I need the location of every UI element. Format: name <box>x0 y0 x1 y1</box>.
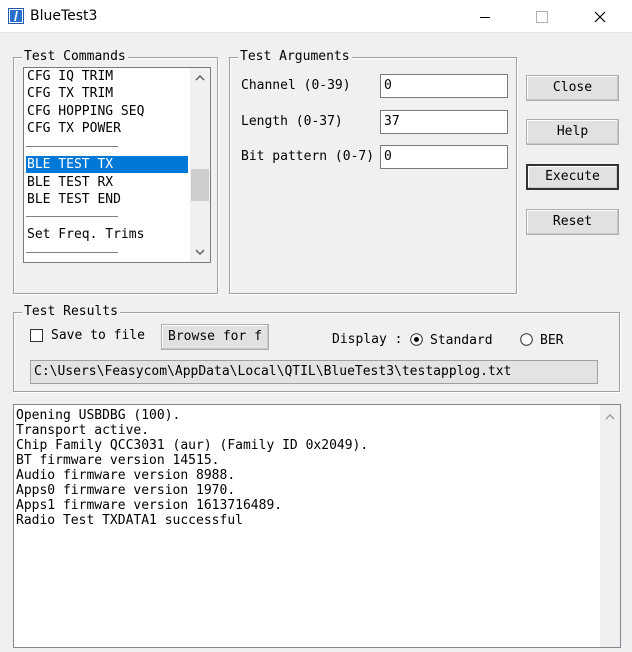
minimize-button[interactable] <box>462 0 508 33</box>
maximize-button[interactable] <box>519 0 565 33</box>
list-item[interactable]: CFG IQ TRIM <box>26 68 188 85</box>
ber-radio[interactable] <box>520 333 533 346</box>
output-line: BT firmware version 14515. <box>16 453 220 468</box>
help-button[interactable]: Help <box>526 119 619 145</box>
channel-input[interactable]: 0 <box>380 74 508 98</box>
minimize-icon <box>480 16 490 18</box>
bit-pattern-input[interactable]: 0 <box>380 145 508 169</box>
list-item[interactable]: CFG TX POWER <box>26 120 188 137</box>
close-button[interactable]: Close <box>526 75 619 101</box>
standard-radio[interactable] <box>410 333 423 346</box>
close-window-button[interactable] <box>577 0 623 33</box>
length-label: Length (0-37) <box>241 114 343 129</box>
output-line: Radio Test TXDATA1 successful <box>16 513 243 528</box>
list-item[interactable]: CFG HOPPING SEQ <box>26 103 188 120</box>
test-commands-legend: Test Commands <box>22 48 128 66</box>
test-commands-list[interactable]: CFG IQ TRIM CFG TX TRIM CFG HOPPING SEQ … <box>23 67 211 263</box>
app-icon <box>8 8 24 24</box>
output-log[interactable]: Opening USBDBG (100). Transport active. … <box>13 404 621 648</box>
list-item-selected[interactable]: BLE TEST TX <box>26 156 188 173</box>
maximize-icon <box>536 10 548 23</box>
list-separator <box>26 146 118 147</box>
browse-button[interactable]: Browse for f <box>161 324 269 350</box>
reset-button[interactable]: Reset <box>526 209 619 235</box>
length-input[interactable]: 37 <box>380 110 508 134</box>
output-line: Apps1 firmware version 1613716489. <box>16 498 283 513</box>
bit-pattern-label: Bit pattern (0-7) <box>241 149 375 164</box>
ber-radio-label[interactable]: BER <box>540 332 563 350</box>
test-arguments-legend: Test Arguments <box>238 48 352 66</box>
close-icon <box>594 11 606 22</box>
test-results-legend: Test Results <box>22 303 120 321</box>
scroll-up-icon[interactable] <box>195 74 205 82</box>
list-item[interactable]: BLE TEST RX <box>26 174 188 191</box>
scroll-up-icon[interactable] <box>605 413 615 421</box>
output-line: Transport active. <box>16 423 150 438</box>
list-scroll-thumb[interactable] <box>191 169 209 201</box>
list-separator <box>26 216 118 217</box>
log-path-field: C:\Users\Feasycom\AppData\Local\QTIL\Blu… <box>30 360 598 384</box>
display-label: Display : <box>332 332 403 347</box>
list-item[interactable]: Set Freq. Trims <box>26 226 188 243</box>
save-to-file-label[interactable]: Save to file <box>51 327 145 345</box>
output-line: Audio firmware version 8988. <box>16 468 236 483</box>
save-to-file-checkbox[interactable] <box>30 329 43 342</box>
channel-label: Channel (0-39) <box>241 78 351 93</box>
standard-radio-label[interactable]: Standard <box>430 332 493 350</box>
execute-button[interactable]: Execute <box>526 164 619 190</box>
output-line: Chip Family QCC3031 (aur) (Family ID 0x2… <box>16 438 369 453</box>
output-line: Apps0 firmware version 1970. <box>16 483 236 498</box>
list-item[interactable]: BLE TEST END <box>26 191 188 208</box>
title-bar[interactable]: BlueTest3 <box>0 0 632 33</box>
list-scrollbar[interactable] <box>190 68 210 262</box>
scroll-down-icon[interactable] <box>195 248 205 256</box>
list-item[interactable]: CFG TX TRIM <box>26 85 188 102</box>
list-separator <box>26 252 118 253</box>
window-title: BlueTest3 <box>30 8 98 24</box>
output-line: Opening USBDBG (100). <box>16 408 181 423</box>
output-scrollbar[interactable] <box>600 405 620 647</box>
